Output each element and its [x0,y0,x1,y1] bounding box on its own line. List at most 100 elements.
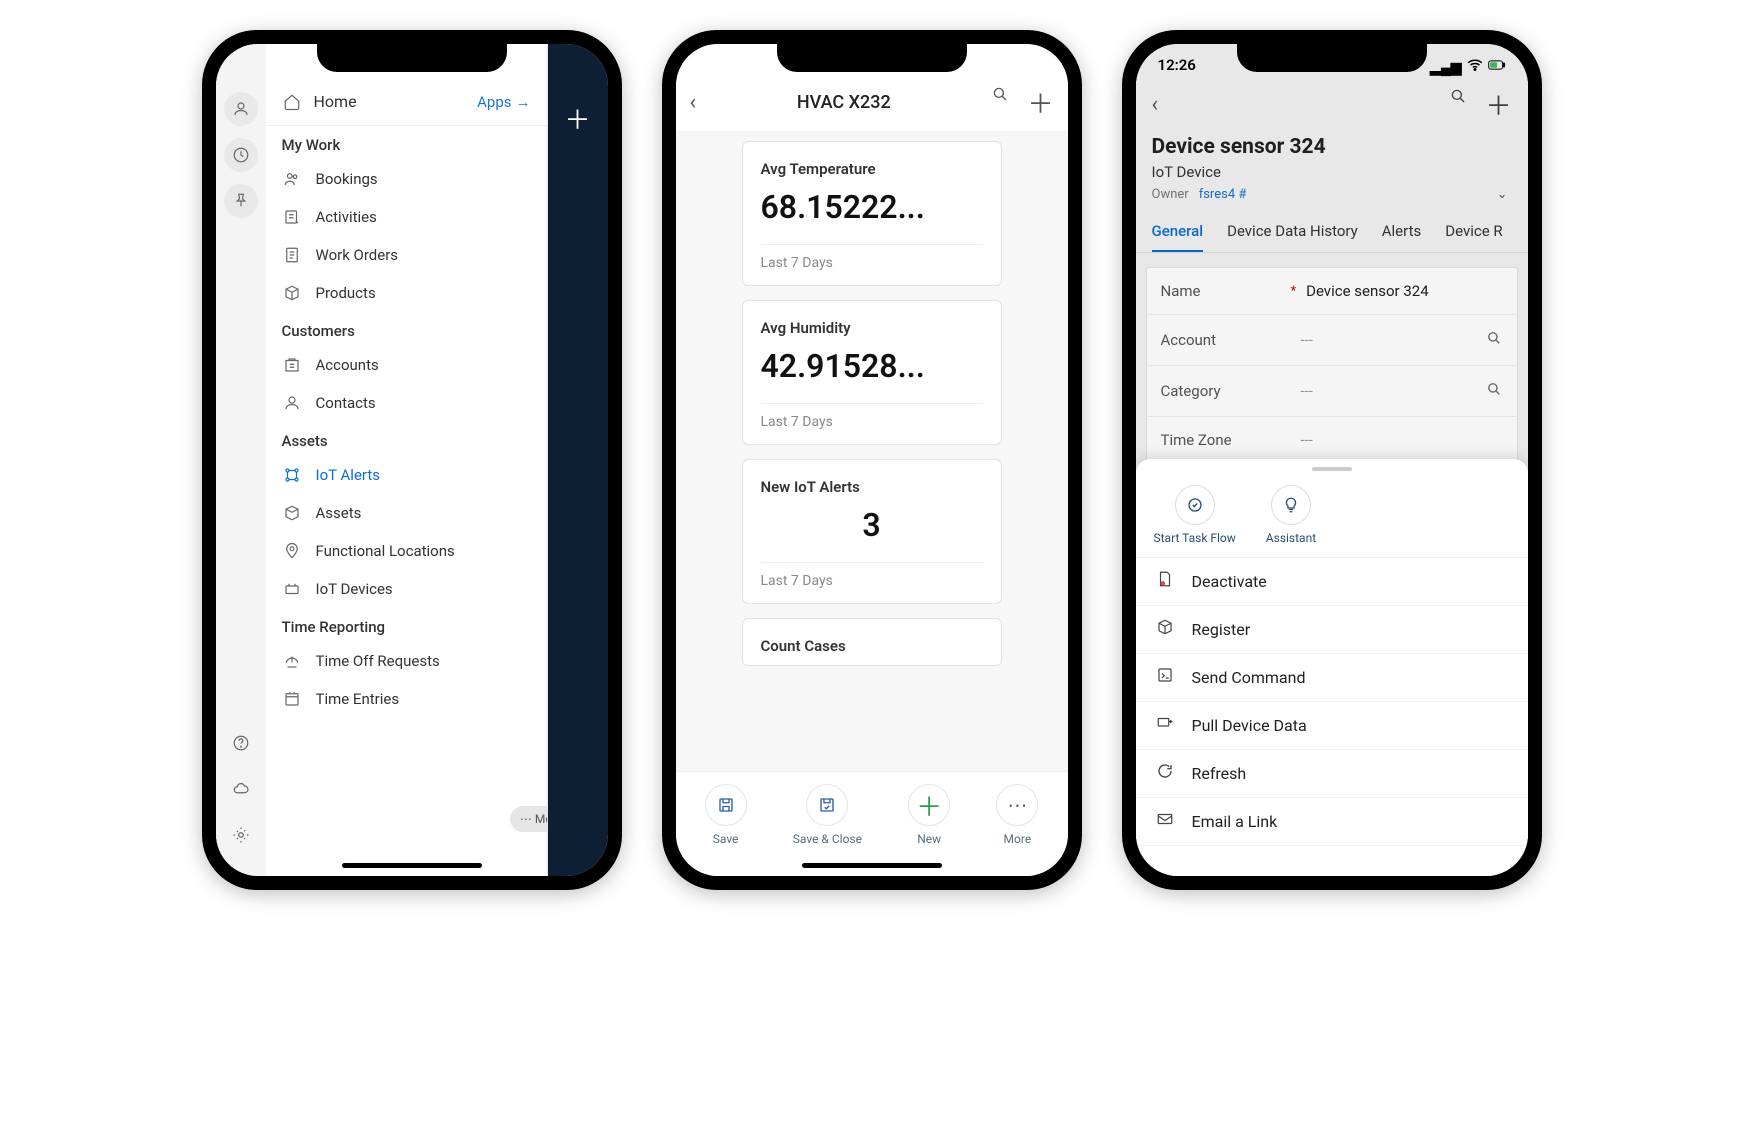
timeentries-icon [282,690,302,708]
nav-iot-alerts[interactable]: IoT Alerts [266,456,547,494]
save-close-button[interactable]: Save & Close [793,784,862,846]
card-avg-humidity[interactable]: Avg Humidity 42.91528... Last 7 Days [742,300,1002,445]
phone-3-frame: 12:26 ▂▄▆ ‹ ＋ Device sensor 324 IoT Devi… [1122,30,1542,890]
card-avg-temperature[interactable]: Avg Temperature 68.15222... Last 7 Days [742,141,1002,286]
home-icon [282,93,302,111]
header: ‹ HVAC X232 ＋ [676,44,1068,131]
nav-products[interactable]: Products [266,274,547,312]
nav-item-label: IoT Devices [316,580,393,598]
nav-panel: Home Apps → My Work Bookings Activities [266,44,548,876]
left-rail [216,44,266,876]
recent-icon[interactable] [224,138,258,172]
nav-item-label: Contacts [316,394,376,412]
cloud-icon[interactable] [224,772,258,806]
action-label: Send Command [1192,668,1306,687]
nav-item-label: Assets [316,504,362,522]
action-pull-device-data[interactable]: Pull Device Data [1136,702,1528,750]
phone-2-frame: ‹ HVAC X232 ＋ Avg Temperature 68.15222..… [662,30,1082,890]
card-value: 68.15222... [761,188,983,226]
nav-item-label: Functional Locations [316,542,455,560]
action-send-command[interactable]: Send Command [1136,654,1528,702]
card-footer: Last 7 Days [761,562,983,589]
nav-timeoff[interactable]: Time Off Requests [266,642,547,680]
action-label: Refresh [1192,764,1247,783]
assets-icon [282,504,302,522]
action-label: Register [1192,620,1251,639]
help-icon[interactable] [224,726,258,760]
pin-icon[interactable] [224,184,258,218]
card-count-cases[interactable]: Count Cases [742,618,1002,666]
iot-devices-icon [282,580,302,598]
section-customers: Customers [266,312,547,346]
card-new-iot-alerts[interactable]: New IoT Alerts 3 Last 7 Days [742,459,1002,604]
action-deactivate[interactable]: Deactivate [1136,558,1528,606]
more-dots-icon: ⋯ [520,812,532,826]
save-icon [705,784,747,826]
action-label: Deactivate [1192,572,1267,591]
quick-start-task-flow[interactable]: Start Task Flow [1154,485,1236,545]
more-button[interactable]: ⋯ More [996,784,1038,846]
timeoff-icon [282,652,302,670]
card-footer: Last 7 Days [761,244,983,271]
nav-item-label: Work Orders [316,246,399,264]
action-register[interactable]: Register [1136,606,1528,654]
page-title: HVAC X232 [797,92,891,113]
nav-home-label: Home [314,92,357,111]
send-command-icon [1154,666,1176,689]
card-footer: Last 7 Days [761,403,983,430]
plus-icon[interactable]: ＋ [564,100,590,137]
nav-home[interactable]: Home [282,92,357,111]
section-mywork: My Work [266,126,547,160]
nav-accounts[interactable]: Accounts [266,346,547,384]
card-value: 42.91528... [761,347,983,385]
card-label: Count Cases [761,637,983,655]
profile-icon[interactable] [224,92,258,126]
section-assets: Assets [266,422,547,456]
card-label: New IoT Alerts [761,478,983,496]
nav-item-label: Products [316,284,376,302]
quick-assistant[interactable]: Assistant [1266,485,1316,545]
email-link-icon [1154,810,1176,833]
workorders-icon [282,246,302,264]
nav-item-label: IoT Alerts [316,466,381,484]
nav-assets[interactable]: Assets [266,494,547,532]
quick-label: Assistant [1266,531,1316,545]
iot-alerts-icon [282,466,302,484]
nav-bookings[interactable]: Bookings [266,160,547,198]
arrow-right-icon: → [516,93,531,111]
card-value: 3 [761,506,983,544]
add-icon[interactable]: ＋ [1027,84,1053,121]
nav-activities[interactable]: Activities [266,198,547,236]
nav-contacts[interactable]: Contacts [266,384,547,422]
taskflow-icon [1175,485,1215,525]
card-body: Avg Temperature 68.15222... Last 7 Days … [676,131,1068,771]
deactivate-icon [1154,570,1176,593]
nav-iot-devices[interactable]: IoT Devices [266,570,547,608]
more-chip[interactable]: ⋯ More [510,806,548,832]
nav-workorders[interactable]: Work Orders [266,236,547,274]
grab-handle[interactable] [1312,467,1352,471]
action-label: Email a Link [1192,812,1278,831]
action-refresh[interactable]: Refresh [1136,750,1528,798]
settings-icon[interactable] [224,818,258,852]
save-button[interactable]: Save [705,784,747,846]
apps-link[interactable]: Apps → [477,93,530,111]
location-icon [282,542,302,560]
register-icon [1154,618,1176,641]
products-icon [282,284,302,302]
nav-timeentries[interactable]: Time Entries [266,680,547,718]
dark-header-strip: ＋ [548,44,608,876]
new-icon: ＋ [908,784,950,826]
nav-item-label: Time Off Requests [316,652,440,670]
new-button[interactable]: ＋ New [908,784,950,846]
bookings-icon [282,170,302,188]
bottom-action-bar: Save Save & Close ＋ New ⋯ More [676,771,1068,876]
search-icon[interactable] [991,84,1009,121]
action-label: Save [713,832,739,846]
action-email-link[interactable]: Email a Link [1136,798,1528,846]
action-sheet: Start Task Flow Assistant Deactivate Reg… [1136,459,1528,876]
card-label: Avg Temperature [761,160,983,178]
back-button[interactable]: ‹ [690,90,697,115]
home-indicator [802,863,942,868]
nav-functional-locations[interactable]: Functional Locations [266,532,547,570]
